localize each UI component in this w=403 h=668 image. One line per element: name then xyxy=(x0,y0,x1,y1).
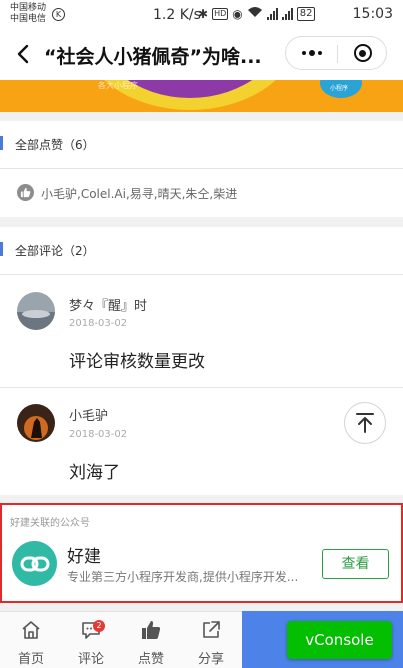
link-icon xyxy=(20,556,49,571)
banner-text: 各大小程序 xyxy=(98,81,138,90)
tab-comments[interactable]: 2 评论 xyxy=(61,612,121,668)
avatar[interactable] xyxy=(17,292,55,330)
official-account-description: 专业第三方小程序开发商,提供小程序开发... xyxy=(67,570,299,584)
comment-author: 梦々『醒』时 xyxy=(69,299,148,314)
banner-badge-text: 小程序 xyxy=(330,85,349,92)
battery-icon: 82 xyxy=(296,6,316,21)
tab-label: 评论 xyxy=(77,652,104,667)
official-account-name: 好建 xyxy=(67,547,101,567)
network-speed: 1.2 K/s xyxy=(153,7,201,23)
wifi-icon xyxy=(247,6,263,21)
k-icon: K xyxy=(52,8,65,21)
home-icon xyxy=(22,621,40,639)
scroll-to-top-button[interactable] xyxy=(344,402,386,444)
tab-label: 点赞 xyxy=(137,652,164,667)
capsule-menu xyxy=(285,36,387,70)
back-icon[interactable] xyxy=(14,44,34,64)
status-bar: 中国移动 中国电信 K 1.2 K/s ✱ HD ◉ 82 15:03 xyxy=(0,0,403,30)
comment-date: 2018-03-02 xyxy=(69,318,128,329)
eye-icon: ◉ xyxy=(232,6,243,21)
comment-count-badge: 2 xyxy=(93,620,105,632)
view-button[interactable]: 查看 xyxy=(322,549,389,579)
comments-title: 全部评论（2） xyxy=(15,244,95,258)
clock: 15:03 xyxy=(352,6,393,22)
comment-author: 小毛驴 xyxy=(69,409,109,424)
nav-bar: “社会人小猪佩奇”为啥... xyxy=(0,30,403,80)
status-icons: ✱ HD ◉ 82 xyxy=(198,6,316,21)
official-account-label: 好建关联的公众号 xyxy=(10,518,90,529)
hd-icon: HD xyxy=(212,7,229,20)
share-icon xyxy=(203,621,220,638)
comment-item[interactable]: 梦々『醒』时 2018-03-02 评论审核数量更改 xyxy=(0,276,403,388)
carrier-1: 中国移动 xyxy=(10,3,47,13)
comments-section: 全部评论（2） xyxy=(0,227,403,276)
comment-item[interactable]: 小毛驴 2018-03-02 刘海了 xyxy=(0,388,403,495)
tab-like[interactable]: 点赞 xyxy=(121,612,181,668)
avatar[interactable] xyxy=(17,404,55,442)
arrow-up-icon xyxy=(356,413,374,433)
carrier-info: 中国移动 中国电信 xyxy=(10,3,46,25)
official-account-logo xyxy=(12,541,57,586)
comment-text: 刘海了 xyxy=(69,463,120,483)
tab-label: 首页 xyxy=(17,652,44,667)
thumb-up-icon xyxy=(142,621,161,639)
comments-header: 全部评论（2） xyxy=(0,227,403,275)
article-banner-image: 各大小程序 小程序 xyxy=(0,80,403,112)
comment-date: 2018-03-02 xyxy=(69,429,128,440)
likes-header: 全部点赞（6） xyxy=(0,121,403,169)
likes-names: 小毛驴,Colel.Ai,易寻,晴天,朱仝,柴进 xyxy=(41,187,238,201)
likes-title: 全部点赞（6） xyxy=(15,138,95,152)
signal-2-icon xyxy=(281,7,293,20)
tab-home[interactable]: 首页 xyxy=(1,612,61,668)
official-account-card: 好建关联的公众号 好建 专业第三方小程序开发商,提供小程序开发... 查看 xyxy=(0,503,403,603)
likes-section: 全部点赞（6） 小毛驴,Colel.Ai,易寻,晴天,朱仝,柴进 xyxy=(0,121,403,217)
bluetooth-icon: ✱ xyxy=(198,6,209,21)
tab-label: 分享 xyxy=(197,652,224,667)
carrier-2: 中国电信 xyxy=(10,14,47,24)
signal-1-icon xyxy=(266,7,278,20)
close-miniprogram-icon[interactable] xyxy=(337,37,388,69)
comment-text: 评论审核数量更改 xyxy=(69,352,205,372)
more-icon[interactable] xyxy=(286,37,337,69)
tab-share[interactable]: 分享 xyxy=(181,612,241,668)
likes-row: 小毛驴,Colel.Ai,易寻,晴天,朱仝,柴进 xyxy=(0,169,403,217)
thumb-up-icon xyxy=(17,184,34,201)
page-title: “社会人小猪佩奇”为啥... xyxy=(44,46,262,68)
vconsole-button[interactable]: vConsole xyxy=(287,621,392,659)
